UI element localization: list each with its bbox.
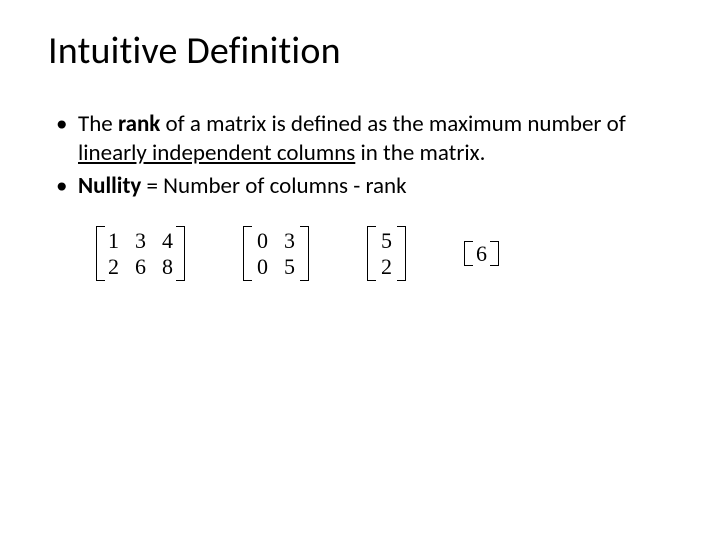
matrix-cell: 2 (381, 254, 392, 279)
bracket-left-icon (367, 226, 375, 281)
text-underline-li-cols: linearly independent columns (78, 139, 355, 167)
bullet-list: The rank of a matrix is defined as the m… (48, 110, 672, 200)
matrix-cell: 5 (381, 228, 392, 253)
matrix-col: 3 5 (284, 228, 295, 279)
matrix-cell: 5 (284, 254, 295, 279)
matrix-col: 5 2 (381, 228, 392, 279)
matrix-cell: 2 (108, 254, 119, 279)
matrix-cell: 3 (135, 228, 146, 253)
matrix-col: 1 2 (108, 228, 119, 279)
text-fragment: The (78, 110, 118, 138)
text-fragment: = Number of columns - rank (141, 172, 406, 200)
bullet-rank-definition: The rank of a matrix is defined as the m… (78, 110, 672, 168)
slide-title: Intuitive Definition (48, 28, 672, 74)
matrix-columns: 0 0 3 5 (251, 226, 301, 281)
matrix-columns: 5 2 (375, 226, 398, 281)
slide: Intuitive Definition The rank of a matri… (0, 0, 720, 540)
matrix-3: 5 2 (367, 226, 406, 281)
bracket-right-icon (301, 226, 309, 281)
matrix-4: 6 (464, 241, 499, 266)
text-fragment: in the matrix. (355, 139, 485, 167)
matrix-2: 0 0 3 5 (243, 226, 309, 281)
matrix-col: 6 (476, 241, 487, 266)
text-fragment: of a matrix is defined as the maximum nu… (160, 110, 625, 138)
matrix-cell: 4 (162, 228, 173, 253)
matrix-cell: 6 (476, 241, 487, 266)
bullet-nullity-definition: Nullity = Number of columns - rank (78, 172, 672, 201)
text-strong-nullity: Nullity (78, 172, 141, 200)
matrix-columns: 6 (472, 241, 491, 266)
matrix-col: 3 6 (135, 228, 146, 279)
bracket-right-icon (398, 226, 406, 281)
matrix-cell: 1 (108, 228, 119, 253)
matrix-cell: 3 (284, 228, 295, 253)
text-strong-rank: rank (118, 110, 160, 138)
bracket-left-icon (96, 226, 104, 281)
matrix-columns: 1 2 3 6 4 8 (104, 226, 177, 281)
bracket-left-icon (243, 226, 251, 281)
matrix-col: 0 0 (257, 228, 268, 279)
matrix-cell: 8 (162, 254, 173, 279)
matrix-cell: 6 (135, 254, 146, 279)
matrix-col: 4 8 (162, 228, 173, 279)
bracket-right-icon (177, 226, 185, 281)
matrix-row: 1 2 3 6 4 8 0 0 (48, 226, 672, 281)
bracket-right-icon (491, 241, 499, 266)
matrix-cell: 0 (257, 254, 268, 279)
matrix-1: 1 2 3 6 4 8 (96, 226, 185, 281)
matrix-cell: 0 (257, 228, 268, 253)
bracket-left-icon (464, 241, 472, 266)
